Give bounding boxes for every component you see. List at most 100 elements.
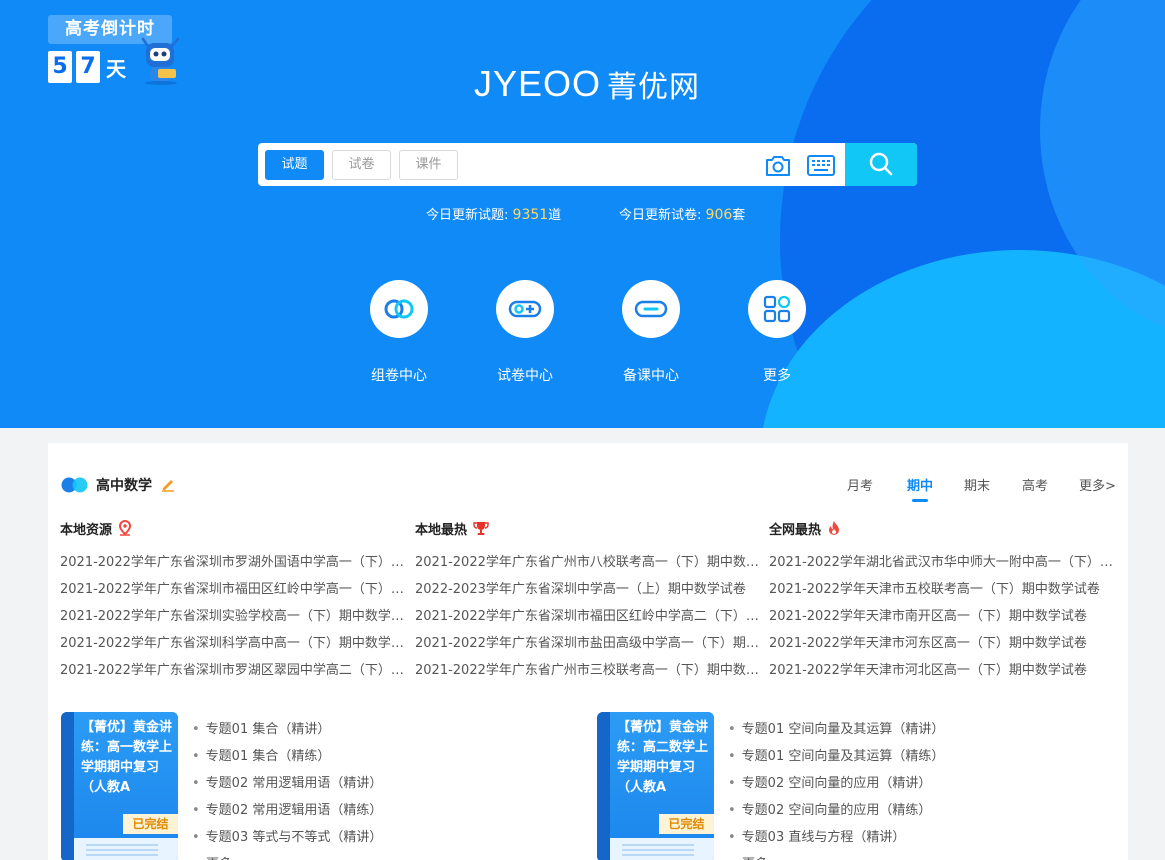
stat-number: 9351 xyxy=(512,207,549,223)
feature-label: 组卷中心 xyxy=(371,368,427,384)
book-cover[interactable]: 【菁优】黄金讲练：高二数学上学期期中复习（人教A 已完结 xyxy=(597,712,714,860)
feature-icon-circle xyxy=(496,280,554,338)
search-tab-questions[interactable]: 试题 xyxy=(265,150,324,180)
subject-logo-icon xyxy=(61,477,88,493)
book-topic-list: 专题01 集合（精讲） 专题01 集合（精练） 专题02 常用逻辑用语（精讲） … xyxy=(192,716,383,860)
search-tab-courseware[interactable]: 课件 xyxy=(399,150,458,180)
site-logo[interactable]: JYEOO 菁优网 xyxy=(474,63,714,105)
paper-link[interactable]: 2021-2022学年广东省深圳市罗湖外国语中学高一（下）期中数学试卷 xyxy=(60,549,405,576)
topic-link[interactable]: 专题01 集合（精讲） xyxy=(192,716,382,743)
topic-link[interactable]: 专题01 空间向量及其运算（精练） xyxy=(728,743,945,770)
subject-title: 高中数学 xyxy=(96,478,152,494)
chain-icon xyxy=(634,300,668,318)
paper-link[interactable]: 2021-2022学年广东省广州市八校联考高一（下）期中数学试卷 xyxy=(415,549,760,576)
column-header: 全网最热 xyxy=(769,519,1114,538)
paper-link[interactable]: 2021-2022学年广东省深圳市福田区红岭中学高二（下）期中数学试卷 xyxy=(415,603,760,630)
column-header: 本地最热 xyxy=(415,519,760,538)
camera-icon[interactable] xyxy=(764,155,792,177)
feature-more[interactable]: 更多 xyxy=(742,280,812,385)
paper-link[interactable]: 2021-2022学年天津市河北区高一（下）期中数学试卷 xyxy=(769,657,1114,684)
feature-icon-circle xyxy=(748,280,806,338)
topic-link[interactable]: 专题03 直线与方程（精讲） xyxy=(728,824,944,851)
subject-resources-card: 高中数学 月考 期中 期末 高考 更多> 本地资源 2021-2022学年广东省… xyxy=(48,443,1128,860)
book-spine xyxy=(61,712,74,860)
book-cover[interactable]: 【菁优】黄金讲练：高一数学上学期期中复习（人教A 已完结 xyxy=(61,712,178,860)
book-spine xyxy=(597,712,610,860)
book-topic-list: 专题01 空间向量及其运算（精讲） 专题01 空间向量及其运算（精练） 专题02… xyxy=(728,716,945,860)
feature-paper-center[interactable]: 试卷中心 xyxy=(490,280,560,385)
feature-icon-circle xyxy=(622,280,680,338)
countdown-unit: 天 xyxy=(106,57,126,81)
paper-link[interactable]: 2022-2023学年广东省深圳中学高一（上）期中数学试卷 xyxy=(415,576,760,603)
feature-label: 备课中心 xyxy=(623,368,679,384)
gaokao-countdown[interactable]: 高考倒计时 5 7 天 xyxy=(48,15,183,85)
local-resources-column: 本地资源 2021-2022学年广东省深圳市罗湖外国语中学高一（下）期中数学试卷… xyxy=(60,519,405,684)
search-icon xyxy=(869,152,893,176)
paper-plus-icon xyxy=(508,300,542,318)
stat-unit: 道 xyxy=(548,208,562,223)
today-papers-stat: 今日更新试卷: 906套 xyxy=(619,204,745,223)
feature-compose-center[interactable]: 组卷中心 xyxy=(364,280,434,385)
today-questions-stat: 今日更新试题: 9351道 xyxy=(426,204,561,223)
search-input[interactable] xyxy=(468,151,758,179)
hero-banner: 高考倒计时 5 7 天 JYEOO 菁优网 试题 试卷 课件 今日更新试题: 9… xyxy=(0,0,1165,428)
mascot-icon xyxy=(141,37,180,85)
paper-link[interactable]: 2021-2022学年广东省深圳实验学校高一（下）期中数学试卷 xyxy=(60,603,405,630)
column-header: 本地资源 xyxy=(60,519,405,538)
book-pages xyxy=(74,838,178,860)
logo-text-en: JYEOO xyxy=(474,63,602,104)
topic-link[interactable]: 专题02 空间向量的应用（精练） xyxy=(728,797,944,824)
local-hot-column: 本地最热 2021-2022学年广东省广州市八校联考高一（下）期中数学试卷 20… xyxy=(415,519,760,684)
paper-link[interactable]: 2021-2022学年广东省深圳市盐田高级中学高一（下）期中数学试卷 xyxy=(415,630,760,657)
flame-icon xyxy=(829,521,840,535)
column-title: 全网最热 xyxy=(769,522,822,538)
column-title: 本地最热 xyxy=(415,522,468,538)
more-topics-link[interactable]: 更多 xyxy=(728,851,944,860)
topic-link[interactable]: 专题02 常用逻辑用语（精练） xyxy=(192,797,383,824)
topic-link[interactable]: 专题02 空间向量的应用（精讲） xyxy=(728,770,944,797)
feature-label: 更多 xyxy=(763,368,791,384)
trophy-icon xyxy=(473,521,489,535)
topic-link[interactable]: 专题02 常用逻辑用语（精讲） xyxy=(192,770,383,797)
filter-tab-final[interactable]: 期末 xyxy=(964,475,990,494)
column-title: 本地资源 xyxy=(60,522,113,538)
stat-number: 906 xyxy=(705,207,733,223)
grid-icon xyxy=(763,295,791,323)
filter-tab-more[interactable]: 更多> xyxy=(1079,475,1116,494)
filter-tab-midterm[interactable]: 期中 xyxy=(907,475,933,502)
paper-link[interactable]: 2021-2022学年天津市五校联考高一（下）期中数学试卷 xyxy=(769,576,1114,603)
keyboard-icon[interactable] xyxy=(807,155,835,176)
stat-label: 今日更新试题: xyxy=(426,208,509,223)
stat-unit: 套 xyxy=(732,208,746,223)
paper-link[interactable]: 2021-2022学年广东省广州市三校联考高一（下）期中数学试卷 xyxy=(415,657,760,684)
stat-label: 今日更新试卷: xyxy=(619,208,702,223)
paper-link[interactable]: 2021-2022学年天津市河东区高一（下）期中数学试卷 xyxy=(769,630,1114,657)
topic-link[interactable]: 专题01 空间向量及其运算（精讲） xyxy=(728,716,945,743)
filter-tab-gaokao[interactable]: 高考 xyxy=(1022,475,1048,494)
search-tab-papers[interactable]: 试卷 xyxy=(332,150,391,180)
book-pages xyxy=(610,838,714,860)
paper-link[interactable]: 2021-2022学年广东省深圳市罗湖区翠园中学高二（下）期中数学试卷 xyxy=(60,657,405,684)
book-title: 【菁优】黄金讲练：高二数学上学期期中复习（人教A xyxy=(617,720,709,795)
more-topics-link[interactable]: 更多 xyxy=(192,851,382,860)
status-badge: 已完结 xyxy=(123,814,178,834)
status-badge: 已完结 xyxy=(659,814,714,834)
paper-link[interactable]: 2021-2022学年湖北省武汉市华中师大一附中高一（下）期中数学试卷 xyxy=(769,549,1114,576)
search-box: 试题 试卷 课件 xyxy=(258,143,917,186)
edit-icon[interactable] xyxy=(160,476,176,492)
filter-tab-monthly[interactable]: 月考 xyxy=(847,475,873,494)
feature-icon-circle xyxy=(370,280,428,338)
link-rings-icon xyxy=(384,299,414,319)
network-hot-column: 全网最热 2021-2022学年湖北省武汉市华中师大一附中高一（下）期中数学试卷… xyxy=(769,519,1114,684)
search-button[interactable] xyxy=(845,143,917,186)
topic-link[interactable]: 专题01 集合（精练） xyxy=(192,743,382,770)
topic-link[interactable]: 专题03 等式与不等式（精讲） xyxy=(192,824,383,851)
countdown-digit: 7 xyxy=(76,51,100,83)
paper-link[interactable]: 2021-2022学年广东省深圳科学高中高一（下）期中数学试卷 xyxy=(60,630,405,657)
logo-text-cn: 菁优网 xyxy=(607,70,701,105)
paper-link[interactable]: 2021-2022学年天津市南开区高一（下）期中数学试卷 xyxy=(769,603,1114,630)
feature-lesson-center[interactable]: 备课中心 xyxy=(616,280,686,385)
paper-link[interactable]: 2021-2022学年广东省深圳市福田区红岭中学高一（下）期中数学试卷 xyxy=(60,576,405,603)
location-pin-icon xyxy=(119,520,132,536)
countdown-digit: 5 xyxy=(48,51,72,83)
